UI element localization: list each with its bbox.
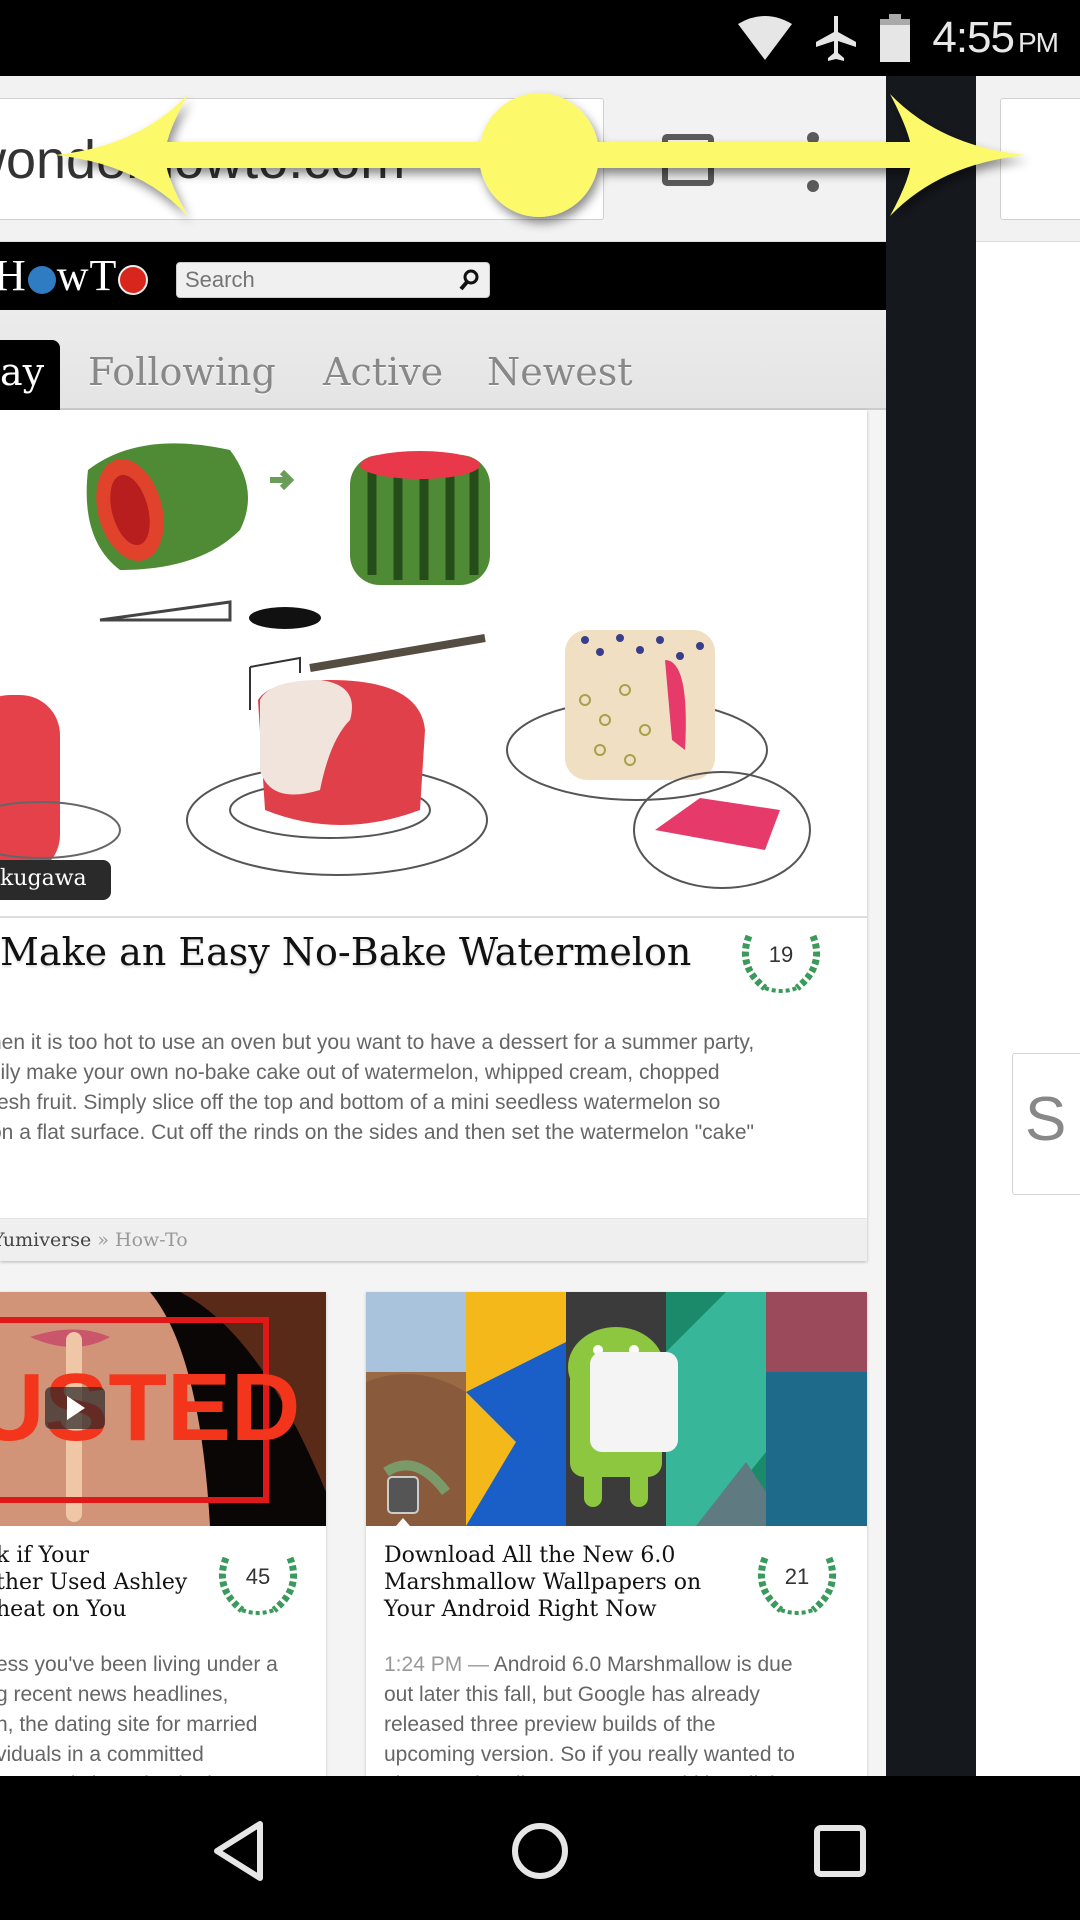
back-icon[interactable] [205,1816,275,1886]
web-page: HwT ay Following Active Newest [0,242,886,1776]
score-laurel: 45 [212,1554,304,1618]
url-bar[interactable]: wonderhowto.com [0,98,604,220]
score-laurel: 21 [751,1554,843,1618]
article-card[interactable]: USTED k if Your ther Used Ashley heat on… [0,1292,326,1776]
watermelon-illustration [0,443,811,889]
article-title[interactable]: Make an Easy No-Bake Watermelon [0,930,691,974]
author-badge[interactable]: kugawa [0,860,111,900]
url-text[interactable]: wonderhowto.com [0,129,405,191]
red-dot-icon [118,264,149,295]
site-header: HwT [0,242,886,310]
tab-separator [886,76,976,1776]
article-card[interactable]: Download All the New 6.0 Marshmallow Wal… [366,1292,867,1776]
score-laurel: 19 [735,932,827,996]
post-time: 1:24 PM [384,1653,463,1676]
featured-article[interactable]: kugawa Make an Easy No-Bake Watermelon 1… [0,410,867,1261]
breadcrumb-separator: » [97,1229,109,1251]
site-logo[interactable]: HwT [0,250,149,301]
overflow-menu-icon[interactable] [806,132,820,192]
article-thumbnail[interactable] [366,1292,867,1526]
article-excerpt: hen it is too hot to use an oven but you… [0,1031,755,1144]
tab-today[interactable]: ay [0,340,61,410]
navigation-bar [0,1776,1080,1920]
status-bar: 4:55 PM [0,0,1080,76]
site-search [176,262,490,298]
article-image[interactable]: kugawa [0,410,867,918]
tab-active[interactable]: Active [323,340,443,410]
knife-icon [99,600,321,629]
watermelon-half-icon [86,443,248,570]
wifi-icon [738,16,793,60]
screen: 4:55PM wonderhowto.com S HwT ay Followin… [0,0,1080,1920]
battery-icon [880,14,911,62]
clock: 4:55 PM [932,13,1059,62]
source-link[interactable]: Yumiverse [0,1229,91,1251]
card-excerpt: ess you've been living under a g recent … [0,1653,278,1776]
home-icon[interactable] [505,1816,575,1886]
recents-icon[interactable] [805,1816,875,1886]
article-thumbnail[interactable]: USTED [0,1292,326,1526]
search-input[interactable] [177,263,437,297]
next-tab-preview[interactable]: S [976,76,1080,1776]
card-title[interactable]: Download All the New 6.0 Marshmallow Wal… [384,1542,701,1623]
card-title[interactable]: k if Your ther Used Ashley heat on You [0,1542,187,1623]
watermelon-whole-icon [350,451,490,585]
globe-icon [27,265,56,294]
feed-tabs: ay Following Active Newest [0,310,886,410]
tab-newest[interactable]: Newest [487,340,633,410]
next-tab-url-bar[interactable] [1000,98,1080,220]
next-tab-search-box[interactable]: S [1012,1053,1080,1195]
browser-toolbar: wonderhowto.com [0,76,886,242]
tab-switcher-button[interactable] [662,134,714,186]
category-link[interactable]: How-To [115,1229,188,1251]
airplane-mode-icon [816,16,857,61]
card-excerpt: 1:24 PM — Android 6.0 Marshmallow is due… [384,1653,795,1776]
search-icon[interactable] [459,269,479,291]
author-avatar [387,1476,419,1514]
article-footer: Yumiverse » How-To [0,1218,867,1261]
next-tab-toolbar [976,76,1080,242]
tab-following[interactable]: Following [88,340,276,410]
